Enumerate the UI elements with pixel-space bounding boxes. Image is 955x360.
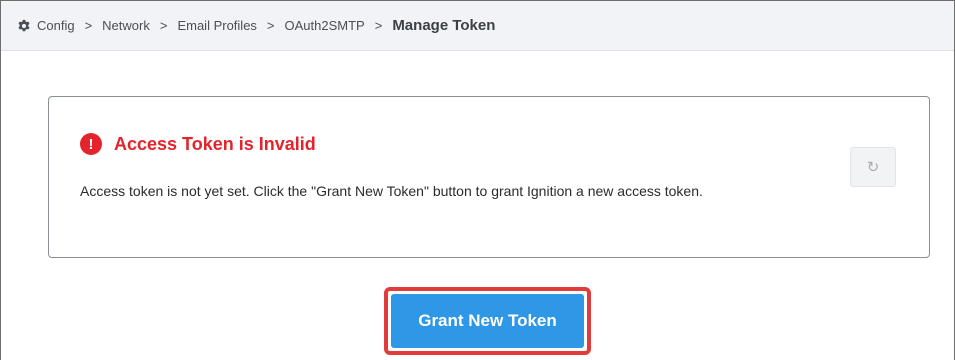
breadcrumb-separator: > [159,18,168,33]
refresh-icon: ↻ [866,159,880,176]
breadcrumb-separator: > [84,18,93,33]
breadcrumb-item-email-profiles[interactable]: Email Profiles [177,18,256,33]
breadcrumb-label[interactable]: Config [37,18,75,33]
breadcrumb-separator: > [374,18,383,33]
status-title: Access Token is Invalid [114,133,316,154]
breadcrumb-item-oauth2smtp[interactable]: OAuth2SMTP [285,18,365,33]
status-heading: ! Access Token is Invalid [80,133,316,155]
breadcrumb-item-config[interactable]: Config [17,18,75,33]
refresh-button[interactable]: ↻ [850,147,896,187]
gear-icon [18,19,30,31]
breadcrumb: Config > Network > Email Profiles > OAut… [1,1,954,51]
alert-circle-icon: ! [80,133,102,155]
page-title: Manage Token [392,17,496,34]
token-status-card: ! Access Token is Invalid Access token i… [48,96,930,258]
breadcrumb-item-network[interactable]: Network [102,18,150,33]
page-frame: Config > Network > Email Profiles > OAut… [0,0,955,360]
grant-button-highlight: Grant New Token [384,287,591,355]
status-message: Access token is not yet set. Click the "… [80,183,703,199]
grant-new-token-button[interactable]: Grant New Token [391,294,584,348]
breadcrumb-separator: > [266,18,275,33]
